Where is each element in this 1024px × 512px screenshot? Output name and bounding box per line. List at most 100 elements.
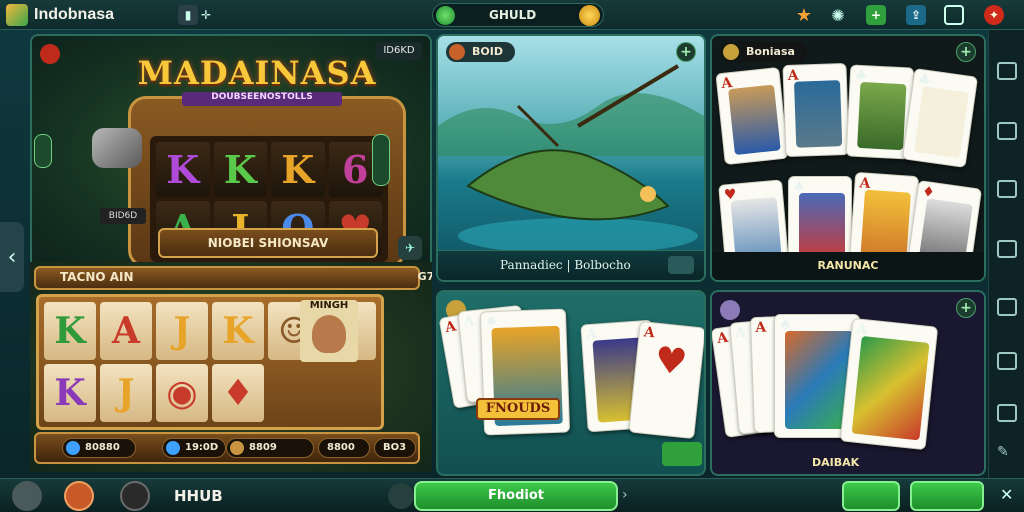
star-icon[interactable]: ★ (794, 5, 814, 26)
share-icon[interactable]: ⇪ (906, 5, 926, 25)
add-cards-button[interactable]: + (956, 42, 976, 62)
portrait-symbol: MINGH (300, 300, 358, 362)
fishing-footer-label: Pannadiec | Bolbocho (500, 258, 631, 272)
gem-icon (436, 6, 455, 25)
fishing-footer: Pannadiec | Bolbocho (438, 250, 704, 280)
clock-icon (166, 441, 180, 455)
level-pill[interactable]: BO3 (374, 438, 416, 458)
app-root: Indobnasa ▮ ✛ GHULD ★ ✺ + ⇪ ✦ ‹ ID6KD MA… (0, 0, 1024, 512)
reel-symbol: K (44, 302, 96, 360)
slot2-counter: G71 (417, 270, 432, 283)
currency-label: GHULD (489, 8, 537, 22)
heart-icon[interactable] (12, 481, 42, 511)
record-icon[interactable] (997, 404, 1017, 422)
reel-symbol: K (212, 302, 264, 360)
lobby-button[interactable] (842, 481, 900, 511)
slot2-footer: 80880 19:0D 8809 8800 BO3 (34, 432, 420, 464)
badge-icon (720, 300, 740, 320)
portrait-label: MINGH (309, 300, 349, 311)
right-mini-button[interactable] (372, 134, 390, 186)
balance-pill[interactable]: 80880 (62, 438, 136, 458)
screenshot-icon[interactable] (997, 180, 1017, 198)
reel-symbol: K (44, 364, 96, 422)
cards-badge-icon (723, 44, 739, 60)
prev-arrow-icon[interactable]: ‹ (0, 222, 24, 292)
add-daibak-button[interactable]: + (956, 298, 976, 318)
cards-title: Boniasa (746, 45, 795, 58)
playing-card: A ♥ (628, 320, 704, 440)
reel-symbol: K (271, 142, 325, 197)
bet-icon (230, 441, 244, 455)
settings-icon[interactable]: ✺ (828, 5, 848, 25)
main-play-button[interactable]: Fhodiot (414, 481, 618, 511)
cards-header: Boniasa (720, 42, 807, 62)
reel-symbol: J (100, 364, 152, 422)
balance-value: 80880 (85, 442, 120, 453)
pin-icon[interactable]: ✛ (196, 5, 216, 25)
cards-footer: RANUNAC (712, 252, 984, 280)
reel-symbol: K (156, 142, 210, 197)
daibak-label: DAIBAK (812, 456, 860, 469)
tile-tag: ID6KD (376, 42, 422, 60)
top-bar: Indobnasa ▮ ✛ GHULD ★ ✺ + ⇪ ✦ (0, 0, 1024, 30)
menu-icon[interactable] (997, 298, 1017, 316)
window-icon[interactable] (997, 122, 1017, 140)
time-pill[interactable]: 19:0D (162, 438, 226, 458)
camera-icon[interactable] (997, 352, 1017, 370)
side-tag: BID6D (100, 208, 146, 224)
fishing-scene-icon (438, 64, 704, 250)
bottom-bar: HHUB Fhodiot › ✕ (0, 478, 1024, 512)
share-bottom-icon[interactable] (388, 483, 414, 509)
share-tile-icon[interactable]: ✈ (398, 236, 422, 260)
window-icon[interactable] (944, 5, 964, 25)
home-icon[interactable] (64, 481, 94, 511)
edit-icon[interactable]: ✎ (997, 444, 1017, 462)
bet-pill[interactable]: 8809 (226, 438, 314, 458)
slot2-title: TACNO AIN (60, 270, 134, 284)
fire-icon (40, 44, 60, 64)
fishing-action-button[interactable] (668, 256, 694, 274)
avatar[interactable] (120, 481, 150, 511)
left-mini-button[interactable] (34, 134, 52, 168)
app-logo-icon (6, 4, 28, 26)
chip-icon (66, 441, 80, 455)
cards-game-tile-daibak[interactable]: + A A A ♠ A DAIBAK (710, 290, 986, 476)
profile-icon[interactable]: ▮ (178, 5, 198, 25)
slot2-header: TACNO AIN G71 (34, 266, 432, 290)
playing-card: A (782, 62, 850, 158)
reel-symbol: ◉ (156, 364, 208, 422)
chevron-right-icon[interactable]: › (622, 487, 628, 503)
gift-icon[interactable]: ✦ (984, 5, 1004, 25)
play-button[interactable] (662, 442, 702, 466)
slot-game-tile-madainasa[interactable]: ID6KD MADAINASA DOUBSEENOSTOLLS KKK6AJO♥… (30, 34, 432, 272)
shop-button[interactable] (910, 481, 984, 511)
reel-symbol: K (213, 142, 267, 197)
slot-bar-label: NIOBEI SHIONSAV (158, 228, 378, 258)
cards-game-tile-boniasa[interactable]: Boniasa + A A ♣ ♣ ♥ ♠ A ♦ RANUNAC (710, 34, 986, 282)
level-value: BO3 (383, 442, 407, 453)
layout-icon[interactable] (997, 240, 1017, 258)
game-banner: FNOUDS (476, 398, 560, 420)
fishing-game-tile[interactable]: BOID + Pannadiec | Bolbocho (436, 34, 706, 282)
reel-symbol: ♦ (212, 364, 264, 422)
playing-card: ♣ (901, 67, 979, 169)
reel-symbol: A (100, 302, 152, 360)
coin-icon (579, 5, 600, 26)
win-pill[interactable]: 8800 (318, 438, 370, 458)
win-value: 8800 (327, 442, 355, 453)
time-value: 19:0D (185, 442, 219, 453)
slot-subtitle: DOUBSEENOSTOLLS (182, 92, 342, 106)
slot-game-tile-tacno[interactable]: TACNO AIN G71 KAJK☺JKJ◉♦ MINGH 80880 19:… (30, 262, 432, 472)
currency-pill[interactable]: GHULD (432, 3, 604, 27)
hub-label: HHUB (174, 487, 223, 505)
close-icon[interactable]: ✕ (1000, 485, 1013, 504)
playing-card: A (715, 66, 789, 166)
playing-card: A (839, 317, 939, 451)
cannon-icon (92, 128, 142, 168)
cards-game-tile-fnouds[interactable]: A A ♠ FNOUDS A A ♥ (436, 290, 706, 476)
bet-value: 8809 (249, 442, 277, 453)
portrait-face-icon (312, 315, 346, 353)
reel-symbol: J (156, 302, 208, 360)
add-icon[interactable]: + (866, 5, 886, 25)
fullscreen-icon[interactable] (997, 62, 1017, 80)
